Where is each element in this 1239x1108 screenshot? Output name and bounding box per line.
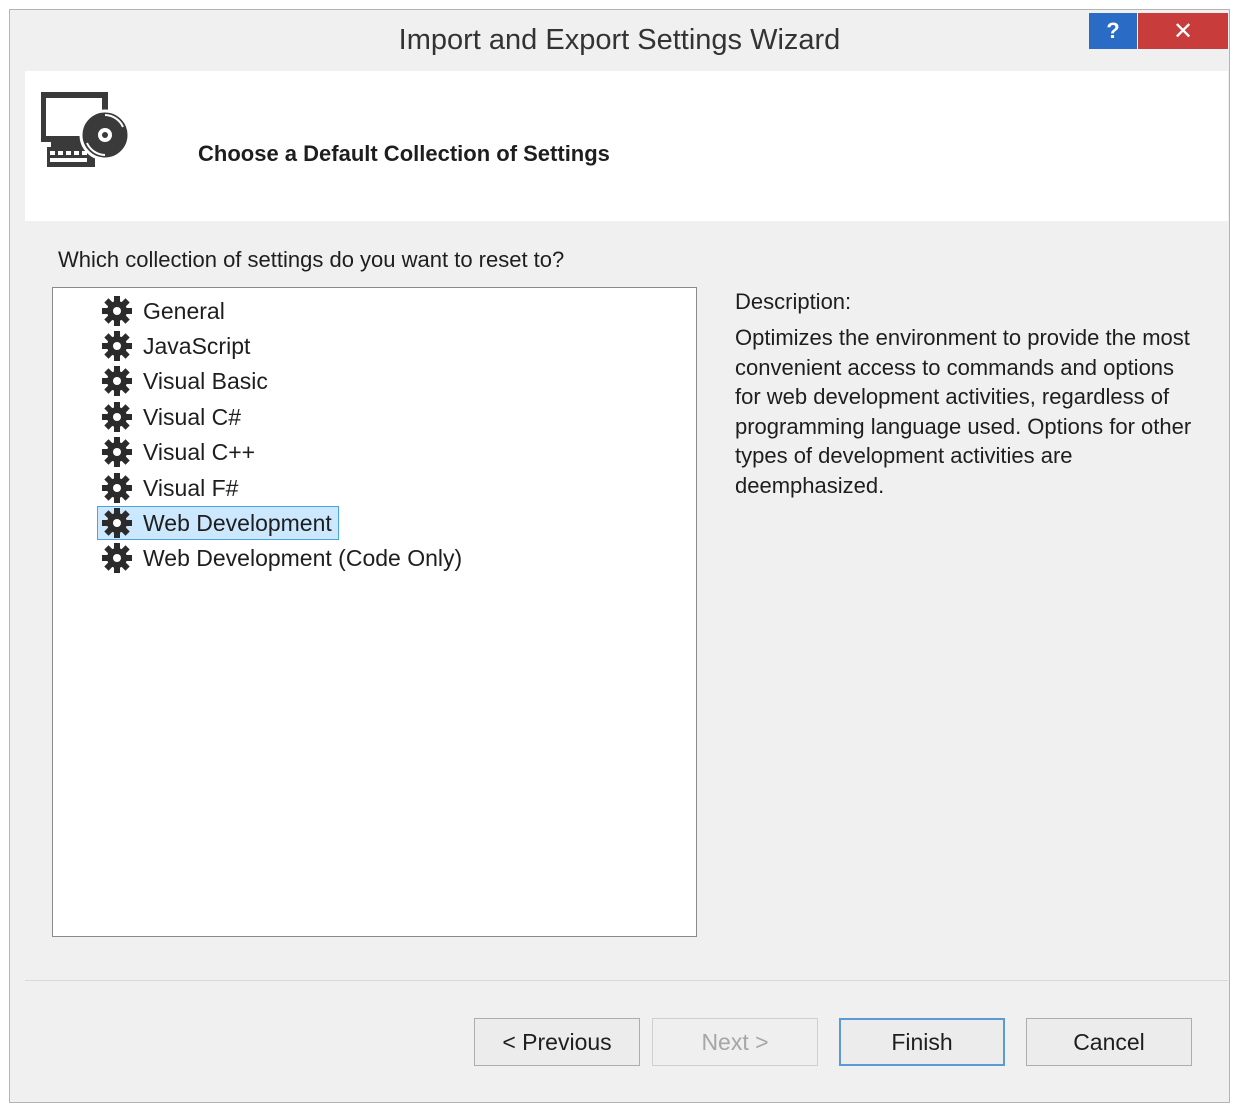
help-button[interactable]: ? (1089, 13, 1137, 49)
settings-collection-list[interactable]: General JavaScript Visual Basic Visual C… (52, 287, 697, 937)
list-item-label: Visual F# (143, 474, 239, 501)
previous-button[interactable]: < Previous (474, 1018, 640, 1066)
close-icon: ✕ (1172, 17, 1194, 45)
title-bar: Import and Export Settings Wizard ? ✕ (10, 10, 1229, 71)
page-title: Choose a Default Collection of Settings (198, 141, 610, 166)
window-title: Import and Export Settings Wizard (398, 24, 841, 56)
list-item-label: Web Development (Code Only) (143, 544, 463, 571)
wizard-window: Import and Export Settings Wizard ? ✕ Ch… (9, 9, 1230, 1103)
gear-icon (102, 296, 132, 326)
list-item-javascript[interactable]: JavaScript (97, 329, 257, 363)
list-item-visual-basic[interactable]: Visual Basic (97, 364, 275, 398)
list-item-web-development-code-only[interactable]: Web Development (Code Only) (97, 541, 469, 575)
finish-button[interactable]: Finish (839, 1018, 1005, 1066)
gear-icon (102, 543, 132, 573)
close-button[interactable]: ✕ (1138, 13, 1228, 49)
gear-icon (102, 473, 132, 503)
settings-question-label: Which collection of settings do you want… (58, 247, 565, 272)
description-label: Description: (735, 289, 852, 314)
description-text: Optimizes the environment to provide the… (735, 325, 1192, 498)
list-item-visual-fsharp[interactable]: Visual F# (97, 471, 245, 505)
list-item-web-development[interactable]: Web Development (97, 506, 339, 540)
computer-settings-disc-icon (41, 92, 131, 167)
next-button[interactable]: Next > (652, 1018, 818, 1066)
footer-divider (25, 980, 1228, 981)
gear-icon (102, 331, 132, 361)
cancel-button[interactable]: Cancel (1026, 1018, 1192, 1066)
list-item-label: Visual C++ (143, 438, 256, 465)
gear-icon (102, 508, 132, 538)
list-item-general[interactable]: General (97, 294, 232, 328)
wizard-header: Choose a Default Collection of Settings (25, 71, 1228, 221)
list-item-visual-cpp[interactable]: Visual C++ (97, 435, 262, 469)
list-item-label: Visual Basic (143, 367, 268, 394)
list-item-label: Visual C# (143, 403, 242, 430)
list-item-label: General (143, 297, 225, 324)
gear-icon (102, 437, 132, 467)
list-item-label: Web Development (143, 509, 332, 536)
list-item-label: JavaScript (143, 332, 251, 359)
gear-icon (102, 402, 132, 432)
list-item-visual-csharp[interactable]: Visual C# (97, 400, 248, 434)
gear-icon (102, 366, 132, 396)
